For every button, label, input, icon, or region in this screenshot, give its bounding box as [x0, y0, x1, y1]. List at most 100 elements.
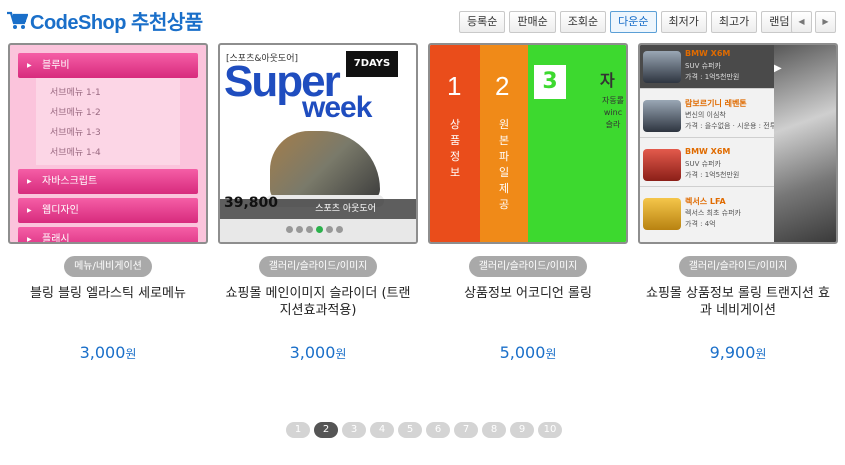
pagination: 1 2 3 4 5 6 7 8 9 10	[286, 422, 566, 438]
car-image	[643, 198, 681, 230]
car-list-item: BMW X6M SUV 슈퍼카 가격 : 1억5천만원	[640, 143, 774, 187]
product-title[interactable]: 쇼핑몰 메인이미지 슬라이더 (트랜지션효과적용)	[218, 285, 418, 319]
slider-dot[interactable]	[296, 226, 303, 233]
thumb-submenu-item: 서브메뉴 1-3	[50, 128, 101, 138]
price-unit: 원	[545, 347, 557, 361]
sort-downloads-button[interactable]: 다운순	[610, 11, 657, 33]
sort-highest-price-button[interactable]: 최고가	[710, 11, 758, 33]
car-image	[643, 149, 681, 181]
panel-preview-text: 자	[600, 71, 615, 90]
page-button[interactable]: 3	[342, 422, 366, 438]
panel-label: 상품정보	[449, 118, 461, 179]
car-desc: SUV 슈퍼카	[685, 62, 721, 70]
thumb-headline-2: week	[302, 91, 372, 124]
page-button[interactable]: 4	[370, 422, 394, 438]
product-thumbnail[interactable]: BMW X6M SUV 슈퍼카 가격 : 1억5천만원 람보르기니 레벤톤 변신…	[638, 43, 838, 244]
car-price: 가격 : 1억5천만원	[685, 73, 740, 81]
page-button[interactable]: 5	[398, 422, 422, 438]
price-value: 3,000	[79, 343, 126, 362]
thumb-submenu-item: 서브메뉴 1-4	[50, 148, 101, 158]
price-value: 3,000	[289, 343, 336, 362]
category-badge[interactable]: 갤러리/슬라이드/이미지	[678, 256, 798, 277]
prev-arrow-icon[interactable]: ◀	[791, 11, 812, 33]
page-button-current[interactable]: 2	[314, 422, 338, 438]
panel-preview-subtext: 자동롤 winc 슬라	[601, 96, 625, 129]
car-list: BMW X6M SUV 슈퍼카 가격 : 1억5천만원 람보르기니 레벤톤 변신…	[640, 45, 783, 242]
product-title[interactable]: 상품정보 어코디언 롤링	[428, 285, 628, 319]
sort-views-button[interactable]: 조회순	[559, 11, 607, 33]
product-title[interactable]: 쇼핑몰 상품정보 롤링 트랜지션 효과 네비게이션	[638, 285, 838, 319]
price-value: 9,900	[709, 343, 756, 362]
slider-dot[interactable]	[286, 226, 293, 233]
category-badge[interactable]: 메뉴/네비게이션	[64, 256, 152, 277]
accordion-panel-1: 1 상품정보	[430, 45, 480, 242]
product-price: 3,000원	[218, 343, 418, 362]
thumb-menu-item: 블루비	[18, 53, 198, 78]
price-unit: 원	[125, 347, 137, 361]
product-title[interactable]: 블링 블링 엘라스틱 세로메뉴	[8, 285, 208, 319]
thumb-submenu-item: 서브메뉴 1-1	[50, 88, 101, 98]
slider-dot-active[interactable]	[316, 226, 323, 233]
product-thumbnail[interactable]: 1 상품정보 2 원본파일제공 3 자 자동롤 winc 슬라	[428, 43, 628, 244]
panel-number: 2	[495, 71, 510, 101]
selection-pointer-icon: ▶	[774, 63, 782, 74]
car-list-item: BMW X6M SUV 슈퍼카 가격 : 1억5천만원	[640, 45, 774, 89]
car-name: BMW X6M	[685, 147, 731, 156]
page-button[interactable]: 8	[482, 422, 506, 438]
product-card[interactable]: 1 상품정보 2 원본파일제공 3 자 자동롤 winc 슬라 갤러리/슬라이드…	[428, 43, 628, 362]
sort-registered-button[interactable]: 등록순	[459, 11, 506, 33]
car-image	[643, 100, 681, 132]
car-price: 가격 : 1억5천만원	[685, 171, 740, 179]
page-button[interactable]: 10	[538, 422, 562, 438]
car-price: 가격 : 을수없음 · 시운용 : 전투기	[685, 122, 783, 130]
panel-number-active: 3	[534, 65, 566, 99]
car-list-item: 람보르기니 레벤톤 변신의 이심착 가격 : 을수없음 · 시운용 : 전투기	[640, 94, 783, 138]
slider-dot[interactable]	[336, 226, 343, 233]
slider-dots	[286, 226, 346, 233]
slider-dot[interactable]	[306, 226, 313, 233]
thumb-days-badge: 7DAYS	[346, 51, 398, 77]
panel-label: 원본파일제공	[498, 118, 510, 211]
category-badge[interactable]: 갤러리/슬라이드/이미지	[468, 256, 588, 277]
carousel-nav: ◀ ▶	[791, 11, 839, 33]
featured-car-image	[774, 45, 836, 242]
product-price: 5,000원	[428, 343, 628, 362]
category-badge[interactable]: 갤러리/슬라이드/이미지	[258, 256, 378, 277]
sort-toolbar: 등록순 판매순 조회순 다운순 최저가 최고가 랜덤	[459, 11, 802, 33]
car-desc: 변신의 이심착	[685, 111, 726, 119]
page-button[interactable]: 7	[454, 422, 478, 438]
price-value: 5,000	[499, 343, 546, 362]
sort-sales-button[interactable]: 판매순	[509, 11, 556, 33]
car-price: 가격 : 4억	[685, 220, 716, 228]
thumb-price: 39,800	[224, 195, 279, 211]
page-button[interactable]: 1	[286, 422, 310, 438]
shoe-image	[270, 131, 380, 201]
product-price: 9,900원	[638, 343, 838, 362]
page-button[interactable]: 9	[510, 422, 534, 438]
section-title: CodeShop 추천상품	[30, 12, 203, 34]
product-card[interactable]: BMW X6M SUV 슈퍼카 가격 : 1억5천만원 람보르기니 레벤톤 변신…	[638, 43, 838, 362]
car-desc: SUV 슈퍼카	[685, 160, 721, 168]
car-name: BMW X6M	[685, 49, 731, 58]
product-card[interactable]: [스포츠&아웃도어] 7DAYS Super week 스포츠 아웃도어 39,…	[218, 43, 418, 362]
car-name: 렉서스 LFA	[685, 197, 726, 206]
car-list-item: 렉서스 LFA 렉서스 최초 슈퍼카 가격 : 4억	[640, 192, 774, 236]
slider-dot[interactable]	[326, 226, 333, 233]
thumb-submenu-item: 서브메뉴 1-2	[50, 108, 101, 118]
product-thumbnail[interactable]: [스포츠&아웃도어] 7DAYS Super week 스포츠 아웃도어 39,…	[218, 43, 418, 244]
price-unit: 원	[335, 347, 347, 361]
accordion-panel-2: 2 원본파일제공	[480, 45, 528, 242]
thumb-menu-item: 웹디자인	[18, 198, 198, 223]
product-thumbnail[interactable]: 블루비 서브메뉴 1-1 서브메뉴 1-2 서브메뉴 1-3 서브메뉴 1-4 …	[8, 43, 208, 244]
car-desc: 렉서스 최초 슈퍼카	[685, 209, 741, 217]
product-price: 3,000원	[8, 343, 208, 362]
sort-lowest-price-button[interactable]: 최저가	[660, 11, 707, 33]
page-button[interactable]: 6	[426, 422, 450, 438]
next-arrow-icon[interactable]: ▶	[815, 11, 836, 33]
thumb-menu-item: 플래시	[18, 227, 198, 242]
car-image	[643, 51, 681, 83]
product-card[interactable]: 블루비 서브메뉴 1-1 서브메뉴 1-2 서브메뉴 1-3 서브메뉴 1-4 …	[8, 43, 208, 362]
price-unit: 원	[755, 347, 767, 361]
panel-number: 1	[447, 71, 462, 101]
car-name: 람보르기니 레벤톤	[685, 99, 747, 108]
